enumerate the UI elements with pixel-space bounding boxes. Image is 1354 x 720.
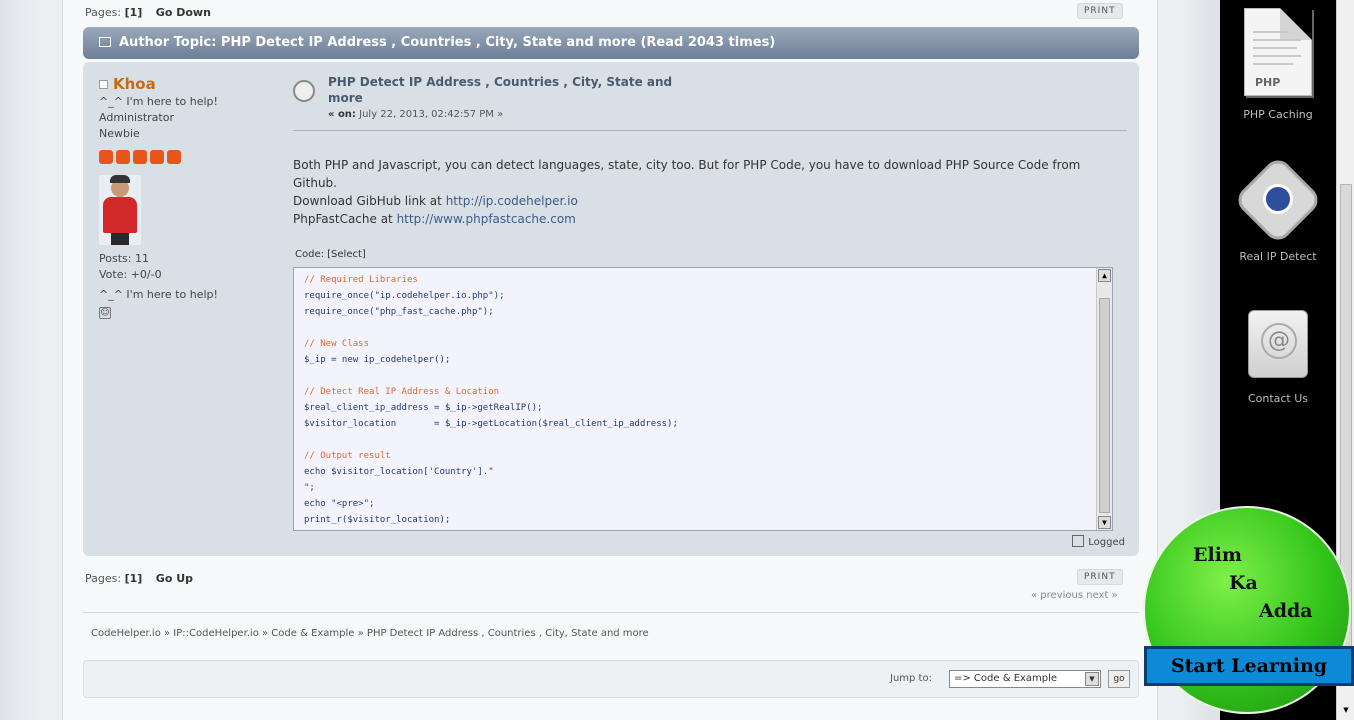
star-icon — [99, 150, 113, 164]
sidebar-item-label: Real IP Detect — [1239, 250, 1317, 263]
post-subject[interactable]: PHP Detect IP Address , Countries , City… — [328, 74, 698, 106]
code-block[interactable]: // Required Libraries require_once("ip.co… — [293, 267, 1113, 531]
rank-stars — [99, 150, 279, 169]
jump-bar: Jump to: => Code & Example ▼ go — [83, 660, 1139, 698]
poster-role: Administrator — [99, 111, 174, 124]
code-line: // Required Libraries — [304, 275, 418, 285]
code-line: echo "<pre>"; — [304, 499, 375, 509]
scroll-down-icon[interactable]: ▼ — [1098, 516, 1111, 529]
sidebar-item-label: Contact Us — [1247, 392, 1309, 405]
date-prefix: « on: — [328, 109, 356, 120]
code-scrollbar[interactable]: ▲ ▼ — [1096, 268, 1112, 530]
topic-title: Author Topic: PHP Detect IP Address , Co… — [119, 35, 776, 50]
badge-line-1: Elim — [1193, 544, 1243, 566]
star-icon — [116, 150, 130, 164]
download-link[interactable]: http://ip.codehelper.io — [446, 194, 578, 208]
code-header[interactable]: Code: [Select] — [295, 249, 366, 260]
poster-vote: Vote: +0/-0 — [99, 268, 162, 281]
code-line: print_r($visitor_location); — [304, 515, 451, 525]
poster-name[interactable]: Khoa — [113, 75, 156, 93]
cache-link[interactable]: http://www.phpfastcache.com — [397, 212, 576, 226]
star-icon — [133, 150, 147, 164]
php-document-tag: PHP — [1255, 76, 1281, 89]
code-line: require_once("php_fast_cache.php"); — [304, 307, 494, 317]
current-page[interactable]: [1] — [125, 572, 143, 585]
code-line: $visitor_location = $_ip->getLocation($r… — [304, 419, 678, 429]
cache-label: PhpFastCache at — [293, 212, 397, 226]
sidebar-item-contact-us[interactable]: @ Contact Us — [1220, 300, 1336, 420]
prev-next-links[interactable]: « previous next » — [1031, 590, 1118, 601]
post-container: Khoa ^_^ I'm here to help! Administrator… — [83, 62, 1139, 556]
code-line: "; — [304, 483, 315, 493]
sidebar-item-label: PHP Caching — [1243, 108, 1313, 121]
post-date: « on: July 22, 2013, 02:42:57 PM » — [328, 109, 503, 120]
body-text-line: Both PHP and Javascript, you can detect … — [293, 158, 1081, 190]
avatar — [99, 175, 141, 245]
go-down-link[interactable]: Go Down — [156, 6, 211, 19]
scroll-down-icon[interactable]: ▼ — [1340, 704, 1352, 716]
start-learning-button[interactable]: Start Learning — [1144, 646, 1354, 686]
online-status-icon — [99, 80, 108, 89]
logged-indicator: Logged — [1072, 535, 1125, 548]
globe-icon — [1263, 184, 1293, 214]
star-icon — [167, 150, 181, 164]
go-button[interactable]: go — [1108, 670, 1130, 688]
current-page[interactable]: [1] — [125, 6, 143, 19]
code-line: // Output result — [304, 451, 391, 461]
bottom-pagination: Pages: [1] Go Up — [85, 572, 193, 585]
jump-selected-value: => Code & Example — [954, 673, 1058, 684]
download-label: Download GibHub link at — [293, 194, 446, 208]
chevron-down-icon[interactable]: ▼ — [1085, 672, 1099, 686]
poster-signature: ^_^ I'm here to help! — [99, 288, 218, 301]
profile-icon[interactable]: ☺ — [99, 307, 111, 319]
breadcrumb[interactable]: CodeHelper.io » IP::CodeHelper.io » Code… — [91, 628, 649, 639]
divider — [83, 612, 1139, 613]
code-line: $_ip = new ip_codehelper(); — [304, 355, 451, 365]
sidebar-item-real-ip-detect[interactable]: Real IP Detect — [1220, 150, 1336, 280]
post-divider — [293, 130, 1127, 131]
address-book-icon: @ — [1248, 310, 1308, 378]
code-line: require_once("ip.codehelper.io.php"); — [304, 291, 505, 301]
date-value: July 22, 2013, 02:42:57 PM » — [359, 109, 504, 120]
code-line: echo $visitor_location['Country']." — [304, 467, 494, 477]
go-up-link[interactable]: Go Up — [156, 572, 193, 585]
scroll-thumb[interactable] — [1099, 298, 1110, 513]
poster-info: Khoa ^_^ I'm here to help! Administrator… — [99, 76, 279, 320]
topic-header-bar: Author Topic: PHP Detect IP Address , Co… — [83, 27, 1139, 59]
logged-label: Logged — [1088, 537, 1125, 548]
code-line: // New Class — [304, 339, 370, 349]
badge-line-2: Ka — [1229, 572, 1258, 594]
sidebar-item-php-caching[interactable]: PHP PHP Caching — [1220, 0, 1336, 130]
php-document-icon: PHP — [1244, 8, 1312, 96]
code-line: $real_client_ip_address = $_ip->getRealI… — [304, 403, 543, 413]
badge-line-3: Adda — [1259, 600, 1313, 622]
pages-label: Pages: — [85, 6, 122, 19]
poster-tagline: ^_^ I'm here to help! — [99, 95, 218, 108]
jump-label: Jump to: — [890, 673, 932, 684]
star-icon — [150, 150, 164, 164]
pages-label: Pages: — [85, 572, 122, 585]
topic-icon — [99, 37, 111, 47]
print-button-top[interactable]: PRINT — [1077, 3, 1123, 19]
code-lines: // Required Libraries require_once("ip.co… — [304, 272, 1084, 528]
message-icon — [293, 80, 315, 102]
code-line: // Detect Real IP Address & Location — [304, 387, 500, 397]
ip-logged-icon — [1072, 535, 1085, 547]
post-body: Both PHP and Javascript, you can detect … — [293, 156, 1113, 228]
forum-content: Pages: [1] Go Down PRINT Author Topic: P… — [62, 0, 1158, 720]
scroll-up-icon[interactable]: ▲ — [1098, 269, 1111, 282]
print-button-bottom[interactable]: PRINT — [1077, 569, 1123, 585]
poster-rank: Newbie — [99, 127, 140, 140]
poster-posts: Posts: 11 — [99, 252, 149, 265]
top-pagination: Pages: [1] Go Down — [85, 6, 211, 19]
at-sign-icon: @ — [1261, 323, 1297, 359]
jump-select[interactable]: => Code & Example ▼ — [949, 670, 1101, 688]
